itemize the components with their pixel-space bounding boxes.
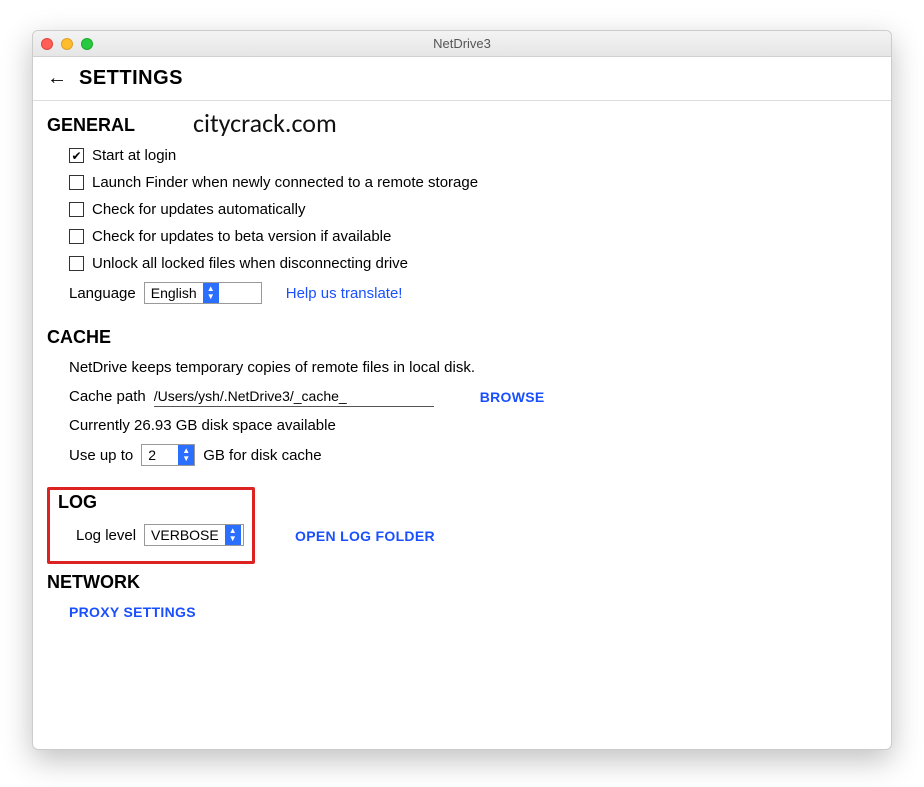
cache-size-stepper[interactable]: 2 ▲▼: [141, 444, 195, 466]
section-log-title: LOG: [58, 492, 244, 513]
content-area: citycrack.com GENERAL ✔ Start at login L…: [33, 101, 891, 639]
window-title: NetDrive3: [33, 36, 891, 51]
app-window: NetDrive3 ← SETTINGS citycrack.com GENER…: [32, 30, 892, 750]
section-general-title: GENERAL: [47, 115, 877, 136]
page-title: SETTINGS: [79, 67, 183, 90]
checkbox-check-beta[interactable]: [69, 229, 84, 244]
cache-desc: NetDrive keeps temporary copies of remot…: [69, 359, 475, 376]
section-cache-title: CACHE: [47, 327, 877, 348]
cache-size-value: 2: [148, 447, 178, 463]
language-select[interactable]: English ▲▼: [144, 282, 262, 304]
label-start-at-login: Start at login: [92, 147, 176, 164]
language-label: Language: [69, 285, 136, 302]
use-up-to-label: Use up to: [69, 447, 133, 464]
select-arrows-icon: ▲▼: [225, 525, 241, 545]
checkbox-start-at-login[interactable]: ✔: [69, 148, 84, 163]
stepper-arrows-icon: ▲▼: [178, 445, 194, 465]
open-log-folder-link[interactable]: OPEN LOG FOLDER: [295, 528, 435, 544]
checkbox-check-updates[interactable]: [69, 202, 84, 217]
page-header: ← SETTINGS: [33, 57, 891, 101]
cache-space-available: Currently 26.93 GB disk space available: [69, 417, 336, 434]
titlebar: NetDrive3: [33, 31, 891, 57]
translate-link[interactable]: Help us translate!: [286, 285, 403, 302]
proxy-settings-link[interactable]: PROXY SETTINGS: [69, 604, 196, 620]
language-value: English: [151, 285, 203, 301]
watermark-text: citycrack.com: [193, 107, 337, 139]
checkbox-launch-finder[interactable]: [69, 175, 84, 190]
section-network-title: NETWORK: [47, 572, 877, 593]
label-unlock-files: Unlock all locked files when disconnecti…: [92, 255, 408, 272]
cache-path-input[interactable]: /Users/ysh/.NetDrive3/_cache_: [154, 386, 434, 407]
label-check-updates: Check for updates automatically: [92, 201, 305, 218]
log-highlight-box: LOG Log level VERBOSE ▲▼: [47, 487, 255, 564]
label-check-beta: Check for updates to beta version if ava…: [92, 228, 391, 245]
gb-suffix: GB for disk cache: [203, 447, 321, 464]
cache-path-label: Cache path: [69, 388, 146, 405]
back-arrow-icon[interactable]: ←: [47, 67, 67, 90]
log-level-select[interactable]: VERBOSE ▲▼: [144, 524, 244, 546]
select-arrows-icon: ▲▼: [203, 283, 219, 303]
label-launch-finder: Launch Finder when newly connected to a …: [92, 174, 478, 191]
log-level-label: Log level: [76, 527, 136, 544]
log-level-value: VERBOSE: [151, 527, 225, 543]
checkbox-unlock-files[interactable]: [69, 256, 84, 271]
browse-button[interactable]: BROWSE: [480, 389, 545, 405]
